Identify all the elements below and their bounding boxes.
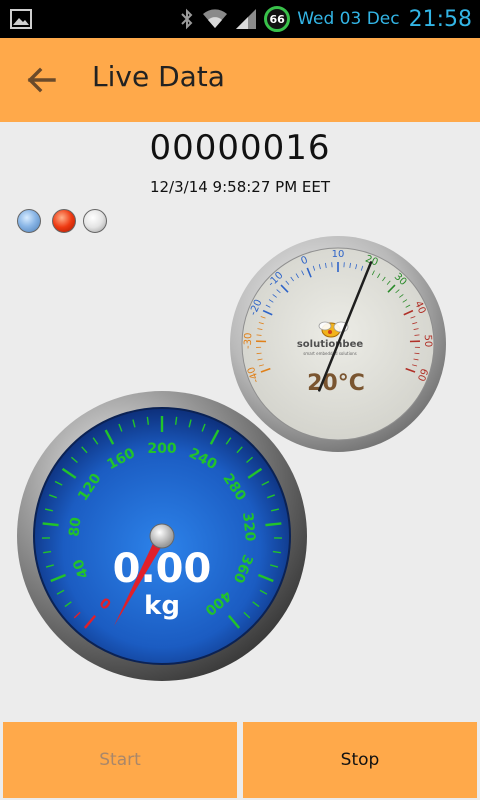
thermo-tick: [256, 334, 262, 336]
weight-gauge: 0 40 80 120 160 200 240 280 320 360 400 …: [17, 391, 307, 681]
brand-tagline: smart embedded solutions: [303, 351, 357, 356]
reading-timestamp: 12/3/14 9:58:27 PM EET: [149, 178, 331, 196]
action-bar: Live Data: [0, 38, 480, 122]
thermo-tick-label: -30: [243, 333, 255, 350]
status-time: 21:58: [408, 6, 472, 32]
status-led-red: [52, 209, 76, 233]
arrow-left-icon[interactable]: [22, 60, 62, 100]
start-button[interactable]: Start: [3, 722, 237, 798]
stop-button[interactable]: Stop: [243, 722, 477, 798]
battery-level: 66: [269, 12, 285, 26]
bluetooth-icon: [181, 8, 193, 30]
status-bar: 66 Wed 03 Dec 21:58: [0, 0, 480, 38]
status-date: Wed 03 Dec: [297, 9, 400, 29]
wifi-icon: [203, 9, 228, 28]
weight-tick: [174, 416, 178, 425]
thermo-tick: [414, 334, 420, 336]
thermo-tick-label: 50: [422, 334, 433, 347]
weight-unit: kg: [144, 591, 180, 621]
thermometer-value: 20°C: [307, 371, 365, 396]
needle-cap: [149, 523, 175, 549]
page-title: Live Data: [92, 60, 225, 93]
weight-tick: [146, 416, 150, 425]
brand-name: solutionbee: [297, 339, 364, 350]
weight-tick: [42, 522, 59, 527]
weight-tick: [265, 522, 282, 527]
thermo-tick-label: 10: [332, 249, 345, 260]
weight-tick-label: 80: [67, 516, 85, 537]
weight-value: 0.00: [113, 546, 212, 592]
image-icon: [10, 9, 32, 29]
battery-icon: 66: [264, 6, 291, 32]
device-id: 00000016: [149, 128, 331, 168]
weight-tick-label: 200: [147, 441, 176, 457]
weight-tick-label: 320: [239, 512, 258, 543]
status-led-blue: [17, 209, 41, 233]
signal-icon: [236, 9, 257, 29]
status-led-white: [83, 209, 107, 233]
